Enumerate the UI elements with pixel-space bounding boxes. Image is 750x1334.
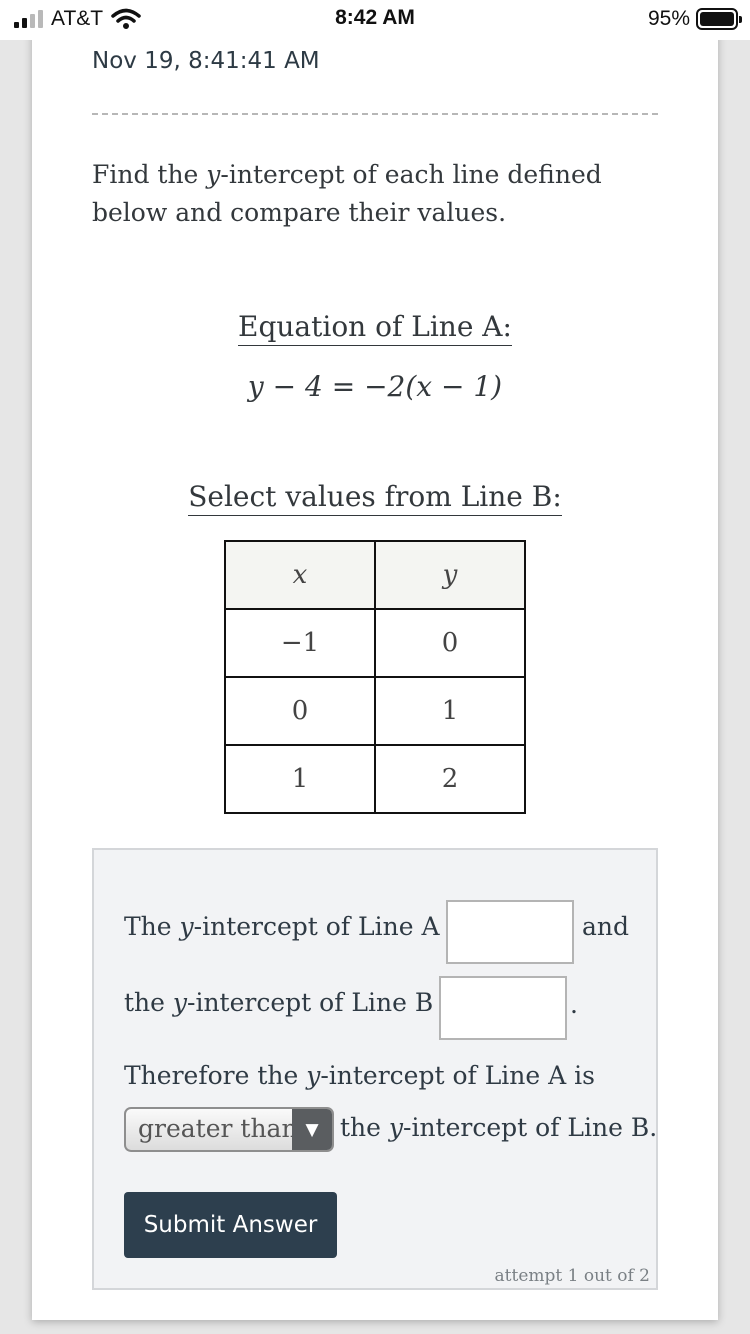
status-bar: AT&T 8:42 AM 95% bbox=[0, 0, 750, 40]
answer-text: -intercept of Line B. bbox=[403, 1113, 658, 1142]
answer-line-3: Therefore the y-intercept of Line A is bbox=[124, 1061, 595, 1090]
answer-text: the bbox=[340, 1113, 389, 1142]
table-row: 1 2 bbox=[224, 744, 526, 814]
answer-text: -intercept of Line A is bbox=[320, 1061, 595, 1090]
answer-text: The bbox=[124, 912, 180, 941]
line-a-equation: y − 4 = −2(x − 1) bbox=[247, 370, 503, 403]
table-header: y bbox=[374, 540, 526, 610]
table-cell: 1 bbox=[374, 676, 526, 746]
question-prompt: Find the y-intercept of each line define… bbox=[92, 156, 652, 232]
answer-var: y bbox=[306, 1061, 321, 1090]
answer-line-2: the y-intercept of Line B is bbox=[124, 988, 462, 1017]
status-right: 95% bbox=[647, 7, 742, 31]
line-a-title-text: Equation of Line A: bbox=[238, 310, 512, 346]
submit-answer-button[interactable]: Submit Answer bbox=[124, 1192, 337, 1258]
table-header: x bbox=[224, 540, 376, 610]
table-row: 0 1 bbox=[224, 676, 526, 746]
answer-var: y bbox=[388, 1113, 404, 1142]
line-a-intercept-input[interactable] bbox=[446, 900, 574, 964]
table-cell: −1 bbox=[224, 608, 376, 678]
battery-percent: 95% bbox=[647, 7, 690, 30]
table-cell: 0 bbox=[224, 676, 376, 746]
prompt-text-1: Find the bbox=[92, 160, 207, 189]
line-b-title-text: Select values from Line B: bbox=[188, 480, 562, 516]
answer-period: . bbox=[570, 990, 578, 1019]
line-b-table: x y −1 0 0 1 1 2 bbox=[224, 540, 526, 814]
answer-text: -intercept of Line B is bbox=[187, 988, 462, 1017]
line-b-intercept-input[interactable] bbox=[439, 976, 567, 1040]
attempt-counter: attempt 1 out of 2 bbox=[494, 1266, 650, 1286]
clock: 8:42 AM bbox=[335, 6, 415, 29]
answer-and: and bbox=[582, 912, 630, 941]
table-cell: 0 bbox=[374, 608, 526, 678]
comparison-select[interactable]: greater than ▼ bbox=[124, 1107, 334, 1152]
answer-text: Therefore the bbox=[124, 1061, 307, 1090]
answer-text: -intercept of Line A is bbox=[193, 912, 469, 941]
answer-line-4: the y-intercept of Line B. bbox=[340, 1113, 657, 1142]
chevron-down-icon[interactable]: ▼ bbox=[292, 1109, 332, 1150]
answer-var: y bbox=[172, 988, 188, 1017]
answer-var: y bbox=[179, 912, 194, 941]
divider bbox=[92, 113, 658, 115]
table-cell: 1 bbox=[224, 744, 376, 814]
timestamp: Nov 19, 8:41:41 AM bbox=[92, 48, 320, 74]
answer-line-1: The y-intercept of Line A is bbox=[124, 912, 468, 941]
comparison-select-value: greater than bbox=[138, 1114, 298, 1143]
battery-icon bbox=[696, 8, 742, 30]
prompt-var: y bbox=[206, 160, 221, 189]
answer-text: the bbox=[124, 988, 173, 1017]
table-header-row: x y bbox=[224, 540, 526, 610]
line-a-title: Equation of Line A: bbox=[0, 310, 750, 346]
line-b-title: Select values from Line B: bbox=[0, 480, 750, 516]
table-cell: 2 bbox=[374, 744, 526, 814]
table-row: −1 0 bbox=[224, 608, 526, 678]
